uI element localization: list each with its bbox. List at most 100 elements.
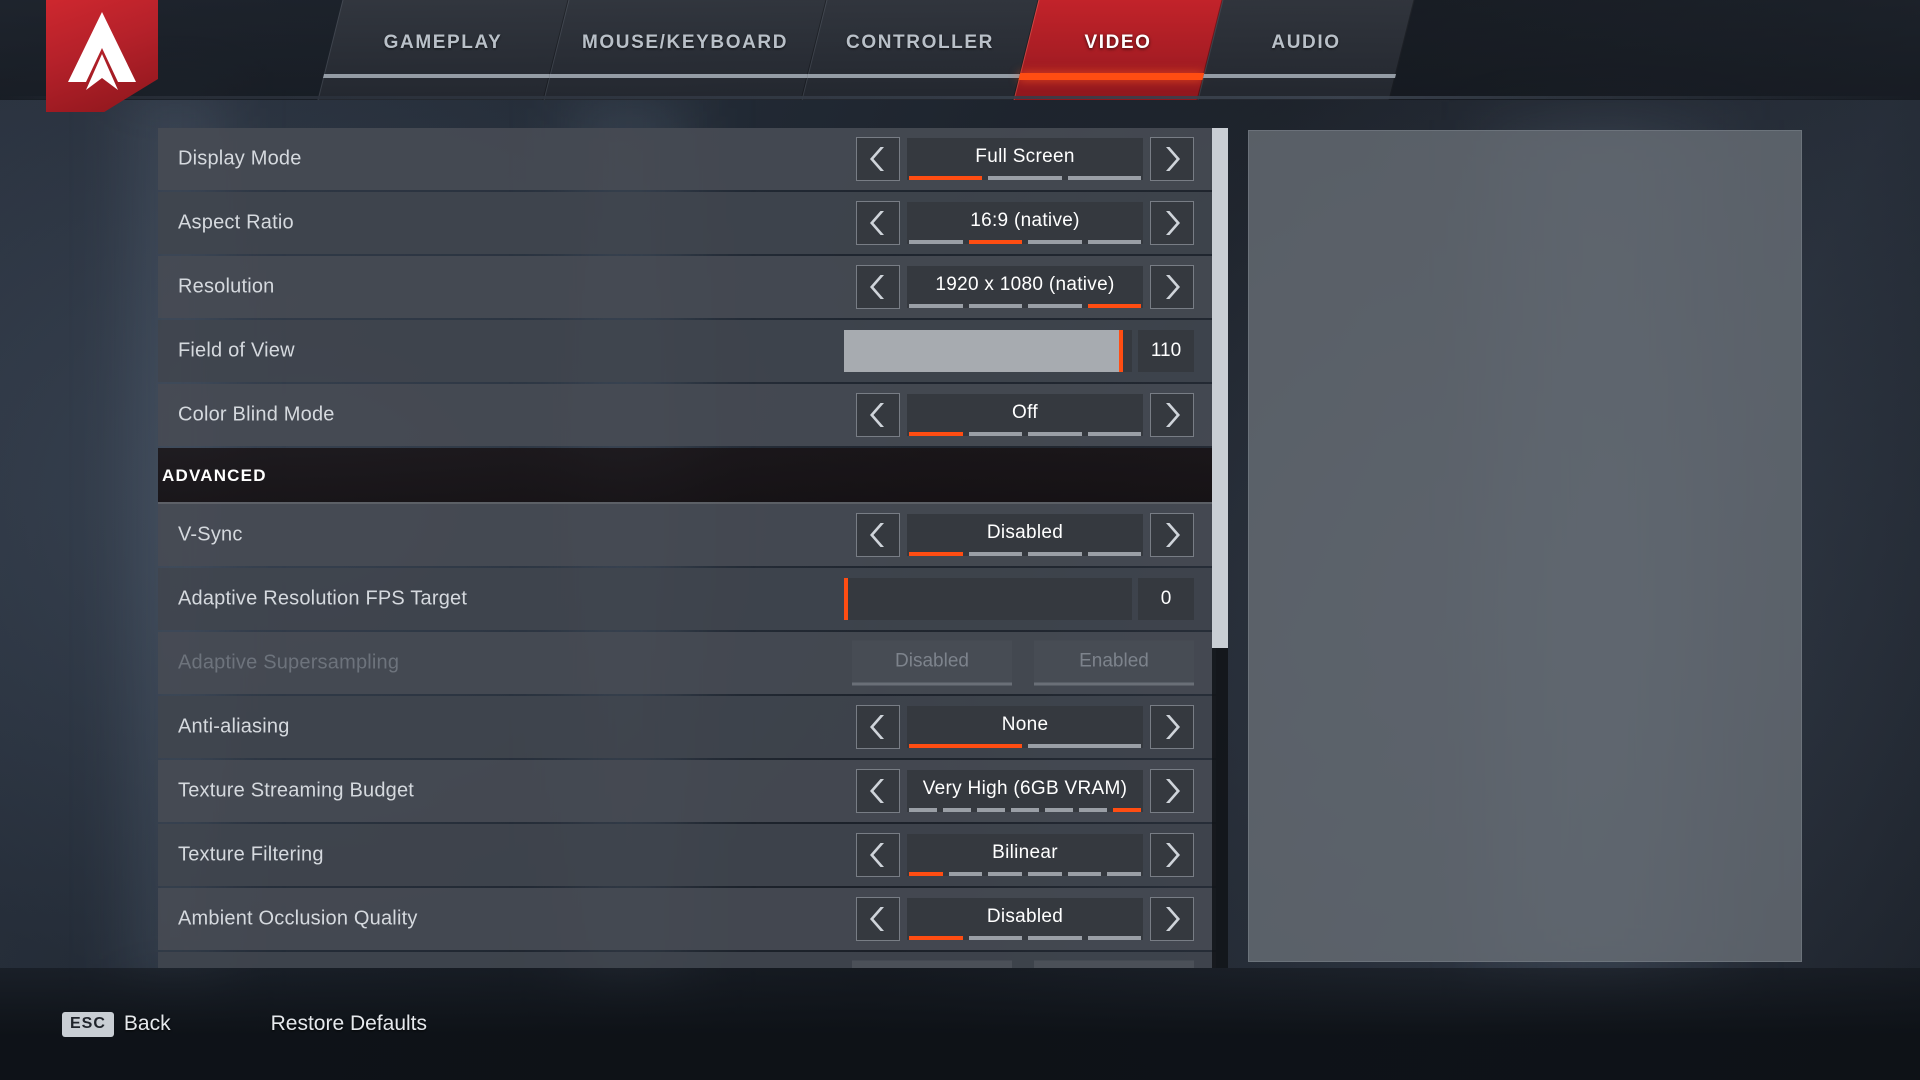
option-segment-track xyxy=(907,176,1143,180)
stepper-prev-button[interactable] xyxy=(856,137,900,181)
option-segment xyxy=(1087,552,1141,556)
tab-label: AUDIO xyxy=(1271,32,1341,53)
chevron-right-icon xyxy=(1166,275,1180,299)
tab-controller[interactable]: CONTROLLER xyxy=(801,0,1039,100)
option-segment xyxy=(909,240,963,244)
settings-tabstrip: GAMEPLAY MOUSE/KEYBOARD CONTROLLER VIDEO AUD… xyxy=(0,0,1920,100)
setting-label: Resolution xyxy=(178,275,275,298)
back-label: Back xyxy=(123,1012,171,1035)
slider-handle[interactable] xyxy=(1119,330,1124,372)
stepper-value-box[interactable]: Very High (6GB VRAM) xyxy=(907,770,1143,812)
setting-slider: 110 xyxy=(844,330,1194,372)
tab-label: GAMEPLAY xyxy=(383,32,503,53)
stepper-next-button[interactable] xyxy=(1150,897,1194,941)
option-segment xyxy=(1067,176,1141,180)
stepper-prev-button[interactable] xyxy=(856,513,900,557)
option-segment-track xyxy=(907,936,1143,940)
apex-chevron-glyph xyxy=(68,12,136,90)
stepper-prev-button[interactable] xyxy=(856,201,900,245)
stepper-prev-button[interactable] xyxy=(856,897,900,941)
option-segment xyxy=(1107,872,1142,876)
tab-video[interactable]: VIDEO xyxy=(1013,0,1223,100)
setting-row-color-blind-mode: Color Blind Mode Off xyxy=(158,384,1216,446)
stepper-next-button[interactable] xyxy=(1150,513,1194,557)
back-action[interactable]: ESC Back xyxy=(62,1011,171,1037)
option-segment xyxy=(1028,552,1082,556)
stepper-next-button[interactable] xyxy=(1150,833,1194,877)
chevron-left-icon xyxy=(870,523,884,547)
slider-fill xyxy=(844,330,1124,372)
setting-stepper: Disabled xyxy=(856,513,1194,557)
toggle-option-button: Disabled xyxy=(852,640,1012,686)
restore-defaults-label: Restore Defaults xyxy=(270,1012,427,1035)
stepper-next-button[interactable] xyxy=(1150,769,1194,813)
slider-track[interactable] xyxy=(844,330,1132,372)
chevron-left-icon xyxy=(870,843,884,867)
stepper-next-button[interactable] xyxy=(1150,137,1194,181)
setting-stepper: None xyxy=(856,705,1194,749)
stepper-value-box[interactable]: Bilinear xyxy=(907,834,1143,876)
option-segment xyxy=(1028,304,1082,308)
stepper-value-box[interactable]: Disabled xyxy=(907,898,1143,940)
tab-mouse-keyboard[interactable]: MOUSE/KEYBOARD xyxy=(543,0,827,100)
stepper-value-box[interactable]: None xyxy=(907,706,1143,748)
tab-gameplay[interactable]: GAMEPLAY xyxy=(317,0,569,100)
setting-label: Texture Filtering xyxy=(178,843,324,866)
section-title: ADVANCED xyxy=(162,466,267,485)
toggle-option-button[interactable]: Low xyxy=(852,960,1012,968)
chevron-right-icon xyxy=(1166,211,1180,235)
stepper-next-button[interactable] xyxy=(1150,265,1194,309)
settings-footer: ESC Back Restore Defaults xyxy=(0,968,1920,1080)
stepper-next-button[interactable] xyxy=(1150,393,1194,437)
setting-stepper: Full Screen xyxy=(856,137,1194,181)
settings-section-advanced-section: ADVANCED xyxy=(158,448,1216,504)
setting-row-texture-streaming-budget: Texture Streaming Budget Very High (6GB V… xyxy=(158,760,1216,822)
stepper-next-button[interactable] xyxy=(1150,705,1194,749)
scrollbar-thumb[interactable] xyxy=(1212,128,1228,648)
setting-row-anti-aliasing: Anti-aliasing None xyxy=(158,696,1216,758)
option-segment xyxy=(1113,808,1141,812)
stepper-value-box[interactable]: 1920 x 1080 (native) xyxy=(907,266,1143,308)
option-segment xyxy=(909,808,937,812)
stepper-prev-button[interactable] xyxy=(856,833,900,877)
slider-value: 0 xyxy=(1138,578,1194,620)
option-segment xyxy=(1079,808,1107,812)
settings-header: GAMEPLAY MOUSE/KEYBOARD CONTROLLER VIDEO AUD… xyxy=(0,0,1920,100)
stepper-value-box[interactable]: 16:9 (native) xyxy=(907,202,1143,244)
setting-toggle-group: Low High xyxy=(852,960,1194,968)
option-segment-track xyxy=(907,808,1143,812)
stepper-value: Very High (6GB VRAM) xyxy=(922,778,1128,799)
slider-value: 110 xyxy=(1138,330,1194,372)
toggle-option-button[interactable]: High xyxy=(1034,960,1194,968)
restore-defaults-action[interactable]: Restore Defaults xyxy=(271,1012,427,1036)
stepper-prev-button[interactable] xyxy=(856,265,900,309)
setting-row-sun-shadow-coverage: Sun Shadow CoverageLowHigh xyxy=(158,952,1216,968)
chevron-right-icon xyxy=(1166,147,1180,171)
setting-stepper: 1920 x 1080 (native) xyxy=(856,265,1194,309)
settings-preview-panel xyxy=(1248,130,1802,962)
setting-toggle-group: Disabled Enabled xyxy=(852,640,1194,686)
slider-track[interactable] xyxy=(844,578,1132,620)
stepper-next-button[interactable] xyxy=(1150,201,1194,245)
tab-audio[interactable]: AUDIO xyxy=(1197,0,1415,100)
chevron-right-icon xyxy=(1166,907,1180,931)
chevron-left-icon xyxy=(870,147,884,171)
option-segment xyxy=(968,240,1022,244)
slider-handle[interactable] xyxy=(844,578,848,620)
stepper-value: 16:9 (native) xyxy=(970,210,1080,231)
stepper-value-box[interactable]: Full Screen xyxy=(907,138,1143,180)
stepper-prev-button[interactable] xyxy=(856,769,900,813)
stepper-value: None xyxy=(1001,714,1049,735)
settings-scrollbar[interactable] xyxy=(1212,128,1228,968)
option-segment-track xyxy=(907,744,1143,748)
stepper-value: Disabled xyxy=(986,522,1064,543)
stepper-value-box[interactable]: Off xyxy=(907,394,1143,436)
stepper-value: Full Screen xyxy=(975,146,1075,167)
stepper-prev-button[interactable] xyxy=(856,393,900,437)
stepper-prev-button[interactable] xyxy=(856,705,900,749)
chevron-right-icon xyxy=(1166,403,1180,427)
stepper-value-box[interactable]: Disabled xyxy=(907,514,1143,556)
option-segment xyxy=(1087,304,1141,308)
setting-label: Adaptive Supersampling xyxy=(178,651,400,674)
apex-settings-screen: GAMEPLAY MOUSE/KEYBOARD CONTROLLER VIDEO AUD… xyxy=(0,0,1920,1080)
